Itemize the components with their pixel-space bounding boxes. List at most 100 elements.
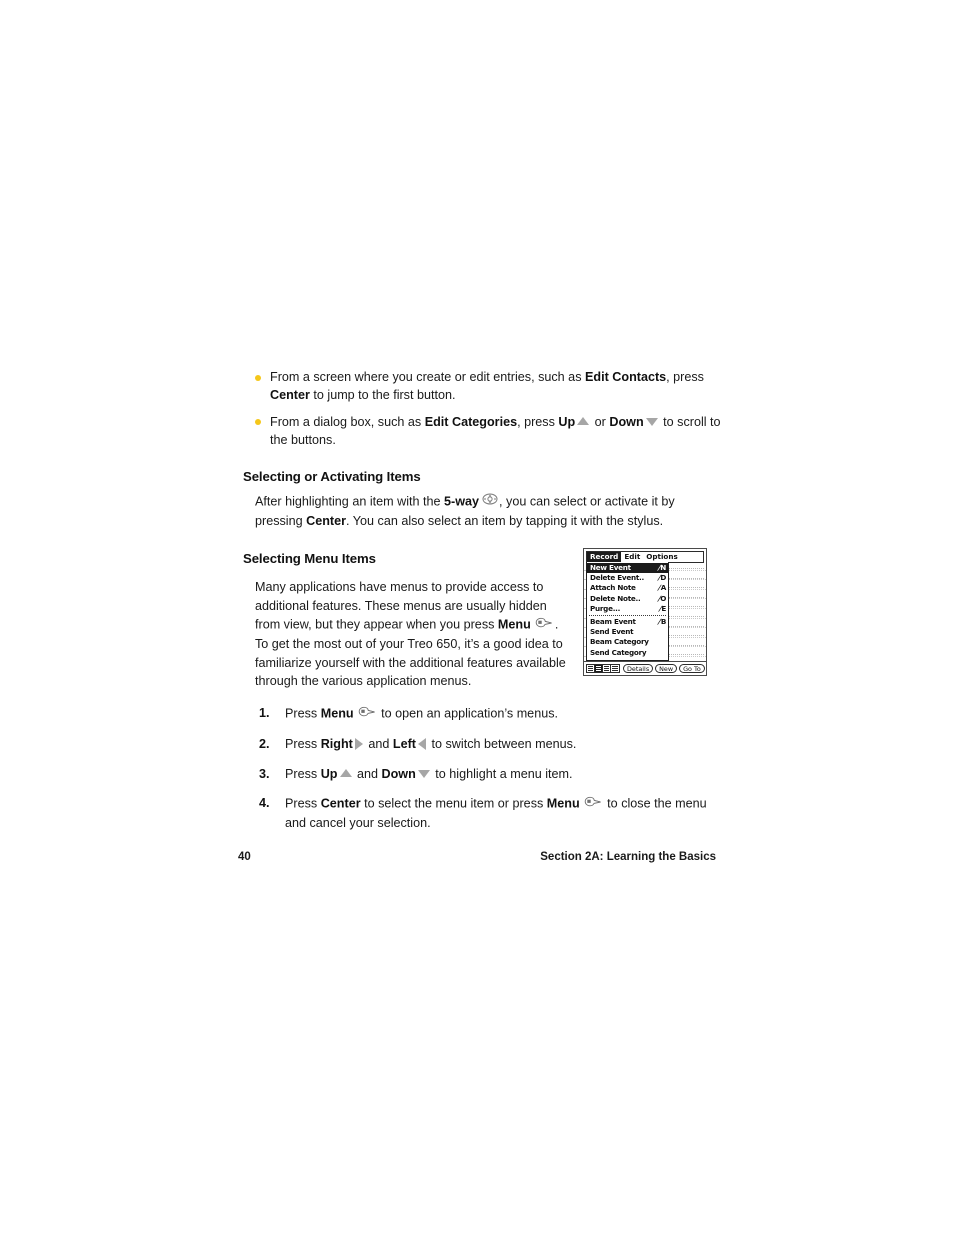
menu-item-shortcut: /A	[657, 583, 666, 593]
new-button[interactable]: New	[655, 663, 678, 674]
step-number: 4.	[259, 796, 270, 811]
view-month-icon[interactable]	[603, 665, 611, 672]
page-footer: 40 Section 2A: Learning the Basics	[238, 851, 716, 863]
para-text-1c: . You can also select an item by tapping…	[346, 514, 664, 529]
menu-item-new-event[interactable]: New Event/N	[587, 563, 668, 574]
menu-item-shortcut: /D	[656, 573, 667, 583]
go-to-button[interactable]: Go To	[679, 663, 705, 674]
step-number: 3.	[259, 766, 270, 781]
menu-item-purge[interactable]: Purge... /E	[587, 604, 668, 614]
device-body: 5:006:00 RecordEditOptions New Event/NDe…	[584, 549, 706, 675]
menu-separator	[589, 614, 666, 616]
step4-bold-center: Center	[320, 796, 361, 811]
footer-section-title: Section 2A: Learning the Basics	[540, 851, 716, 863]
bullet-bold-down: Down	[609, 414, 644, 429]
step-number: 2.	[259, 737, 270, 752]
step2-bold-left: Left	[392, 737, 416, 752]
bullet-text-1c: to jump to the first button.	[309, 388, 456, 403]
para-bold-menu: Menu	[497, 617, 531, 632]
para-bold-5way: 5-way	[444, 494, 480, 509]
bullet-bold-edit-categories: Edit Categories	[424, 414, 518, 429]
menu-item-shortcut: /O	[656, 593, 667, 603]
device-menu-edit[interactable]: Edit	[621, 552, 643, 562]
bullet-text-2c: or	[591, 414, 610, 429]
device-bottom-toolbar: Details New Go To	[584, 661, 706, 675]
intro-bullet-list: From a screen where you create or edit e…	[243, 368, 723, 449]
menu-steps-list: 1. Press Menu to open an application’s me…	[243, 704, 723, 832]
step3-text-a: Press	[285, 766, 321, 781]
step1-text-a: Press	[285, 706, 321, 721]
menu-item-label: Purge...	[590, 603, 621, 613]
para-text-1a: After highlighting an item with the	[255, 494, 445, 509]
arrow-down-icon	[417, 769, 430, 778]
document-page: From a screen where you create or edit e…	[0, 0, 954, 1235]
menu-item-label: New Event	[590, 563, 631, 572]
step3-text-c: to highlight a menu item.	[431, 766, 573, 781]
arrow-down-icon	[645, 417, 658, 426]
bullet-text-2a: From a dialog box, such as	[270, 414, 425, 429]
menu-item-attach-note[interactable]: Attach Note/A	[587, 583, 668, 593]
paragraph-selecting-menu-items: Many applications have menus to provide …	[255, 578, 573, 690]
step3-bold-down: Down	[381, 766, 416, 781]
device-menu-record[interactable]: Record	[587, 552, 622, 562]
page-number: 40	[238, 851, 251, 863]
menu-button-icon	[357, 704, 376, 722]
arrow-up-icon	[339, 769, 352, 778]
view-week-icon[interactable]	[595, 665, 603, 672]
bullet-dot-icon	[255, 419, 261, 426]
step2-text-c: to switch between menus.	[428, 737, 577, 752]
menu-item-delete-event[interactable]: Delete Event.. /D	[587, 573, 668, 583]
bullet-bold-edit-contacts: Edit Contacts	[585, 370, 667, 384]
heading-selecting-or-activating-items: Selecting or Activating Items	[243, 469, 421, 485]
menu-item-shortcut: /B	[657, 616, 666, 626]
bullet-bold-up: Up	[558, 414, 576, 429]
menu-item-send-event[interactable]: Send Event	[587, 627, 668, 637]
menu-item-beam-category[interactable]: Beam Category	[587, 637, 668, 647]
paragraph-selecting-or-activating: After highlighting an item with the 5-wa…	[255, 492, 723, 531]
menu-button-icon	[534, 615, 553, 633]
menu-item-label: Delete Note..	[590, 593, 641, 603]
view-day-icon[interactable]	[587, 665, 595, 672]
arrow-right-icon	[354, 738, 363, 751]
bullet-text-1b: , press	[666, 370, 704, 384]
bullet-text-2b: , press	[517, 414, 559, 429]
step2-text-a: Press	[285, 737, 321, 752]
menu-item-label: Beam Event	[590, 616, 636, 626]
device-menu-options[interactable]: Options	[643, 552, 681, 562]
menu-item-beam-event[interactable]: Beam Event/B	[587, 617, 668, 627]
arrow-left-icon	[418, 738, 426, 751]
menu-item-shortcut: /N	[656, 563, 667, 572]
menu-item-label: Attach Note	[590, 583, 636, 593]
menu-button-icon	[583, 794, 602, 812]
details-button[interactable]: Details	[623, 663, 654, 674]
bullet-dot-icon	[255, 374, 261, 381]
step3-bold-up: Up	[320, 766, 338, 781]
step1-bold-menu: Menu	[320, 706, 354, 721]
record-dropdown-menu: New Event/N Delete Event../D Attach Note/A…	[586, 562, 669, 661]
list-item: From a screen where you create or edit e…	[243, 368, 723, 405]
menu-item-label: Send Event	[590, 627, 634, 637]
step2-text-b: and	[364, 737, 393, 752]
arrow-up-icon	[577, 417, 590, 426]
para-bold-center: Center	[306, 514, 346, 529]
view-agenda-icon[interactable]	[611, 665, 619, 672]
menu-item-label: Delete Event..	[590, 573, 644, 583]
menu-item-label: Send Category	[590, 647, 647, 657]
bullet-text-1a: From a screen where you create or edit e…	[270, 370, 585, 384]
menu-item-delete-note[interactable]: Delete Note.. /O	[587, 594, 668, 604]
view-switcher[interactable]	[586, 664, 620, 673]
bullet-bold-center: Center	[270, 388, 310, 403]
five-way-navigator-icon	[482, 492, 498, 510]
step-number: 1.	[259, 706, 270, 721]
step2-bold-right: Right	[320, 737, 353, 752]
list-item-step-2: 2. Press Right and Left to switch between…	[243, 735, 723, 753]
list-item-step-3: 3. Press Up and Down to highlight a menu …	[243, 765, 723, 783]
step3-text-b: and	[353, 766, 382, 781]
list-item-step-1: 1. Press Menu to open an application’s me…	[243, 704, 723, 724]
step4-text-a: Press	[285, 796, 321, 811]
menu-item-shortcut: /E	[657, 603, 667, 613]
list-item-step-4: 4. Press Center to select the menu item o…	[243, 794, 723, 833]
treo-screen-screenshot: 5:006:00 RecordEditOptions New Event/NDe…	[583, 548, 707, 676]
list-item: From a dialog box, such as Edit Categori…	[243, 413, 723, 450]
menu-item-send-category[interactable]: Send Category	[587, 648, 668, 658]
